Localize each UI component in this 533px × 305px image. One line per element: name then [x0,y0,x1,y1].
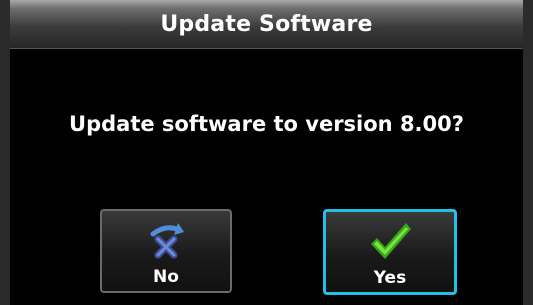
no-button[interactable]: No [100,209,232,293]
undo-x-icon [150,223,184,259]
dialog-title: Update Software [160,12,373,37]
yes-button-label: Yes [373,268,407,288]
no-button-label: No [153,267,179,287]
yes-button[interactable]: Yes [323,209,457,295]
update-software-dialog: Update Software Update software to versi… [0,0,533,305]
dialog-message: Update software to version 8.00? [69,112,464,136]
checkmark-icon [371,223,411,259]
dialog-title-bar: Update Software [10,0,523,49]
